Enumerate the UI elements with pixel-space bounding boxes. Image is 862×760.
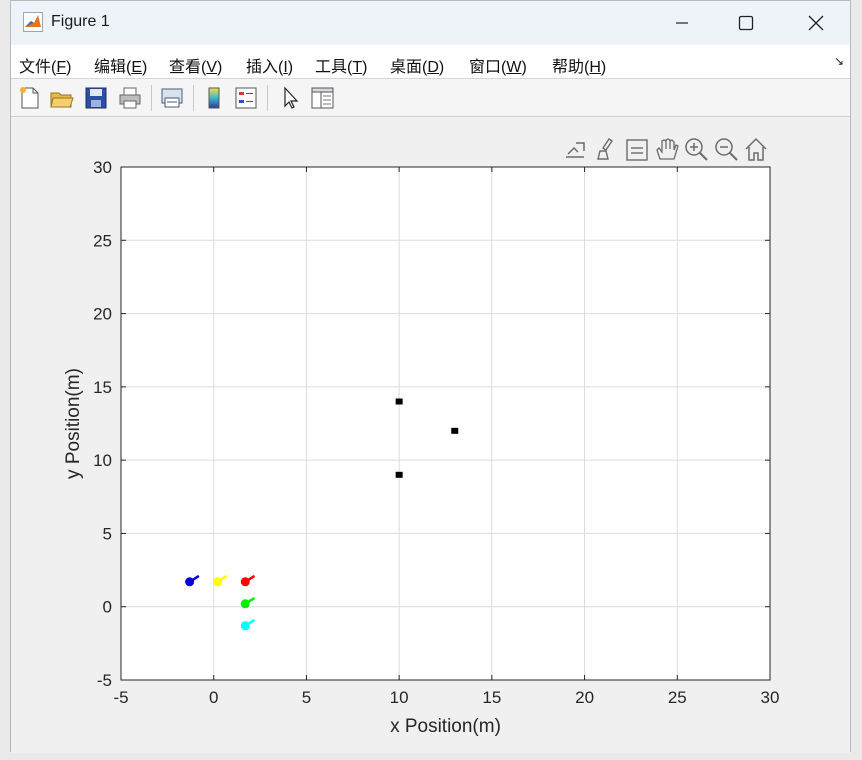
close-icon bbox=[808, 15, 824, 31]
open-file-icon[interactable] bbox=[49, 85, 75, 111]
menu-edit[interactable]: 编辑(E) bbox=[94, 53, 147, 77]
x-tick-label: 20 bbox=[575, 688, 594, 707]
menu-desktop[interactable]: 桌面(D) bbox=[390, 53, 444, 77]
x-tick-label: 25 bbox=[668, 688, 687, 707]
plot-background bbox=[121, 167, 770, 680]
figure-window: Figure 1 文件(F) 编辑(E) 查看(V) 插入(I) 工具(T) 桌… bbox=[10, 0, 851, 753]
title-bar[interactable]: Figure 1 bbox=[11, 1, 850, 45]
menu-tools[interactable]: 工具(T) bbox=[315, 53, 367, 77]
x-tick-label: 30 bbox=[761, 688, 780, 707]
agent-marker bbox=[240, 577, 250, 587]
y-tick-label: 15 bbox=[93, 378, 112, 397]
y-tick-label: 10 bbox=[93, 451, 112, 470]
y-axis-label: y Position(m) bbox=[63, 368, 84, 479]
y-tick-label: 5 bbox=[103, 524, 112, 543]
agent-marker bbox=[240, 599, 250, 609]
menu-bar: 文件(F) 编辑(E) 查看(V) 插入(I) 工具(T) 桌面(D) 窗口(W… bbox=[11, 45, 850, 79]
toolbar-separator bbox=[267, 85, 268, 111]
menu-expand-icon[interactable]: ↘ bbox=[834, 54, 844, 68]
y-tick-label: 20 bbox=[93, 305, 112, 324]
close-button[interactable] bbox=[781, 1, 851, 45]
x-tick-label: 5 bbox=[302, 688, 311, 707]
maximize-button[interactable] bbox=[711, 1, 781, 45]
agent-marker bbox=[240, 621, 250, 631]
toolbar-separator bbox=[193, 85, 194, 111]
plot-area: -5 0 5 10 15 20 25 30 -5 0 5 10 15 20 25 30 x Position(m… bbox=[11, 117, 850, 753]
square-marker bbox=[451, 427, 459, 434]
window-title: Figure 1 bbox=[51, 13, 110, 30]
y-tick-label: -5 bbox=[97, 671, 112, 690]
menu-help[interactable]: 帮助(H) bbox=[552, 53, 606, 77]
x-tick-label: -5 bbox=[113, 688, 128, 707]
x-tick-label: 0 bbox=[209, 688, 218, 707]
agent-marker bbox=[212, 577, 222, 587]
colorbar-icon[interactable] bbox=[201, 85, 227, 111]
new-figure-icon[interactable] bbox=[17, 85, 43, 111]
scatter-chart[interactable]: -5 0 5 10 15 20 25 30 -5 0 5 10 15 20 25 30 x Position(m… bbox=[11, 117, 850, 753]
maximize-icon bbox=[738, 15, 754, 31]
print-preview-icon[interactable] bbox=[159, 85, 185, 111]
menu-insert[interactable]: 插入(I) bbox=[246, 53, 293, 77]
figure-toolbar bbox=[11, 79, 850, 117]
square-marker bbox=[395, 471, 403, 478]
minimize-button[interactable] bbox=[647, 1, 717, 45]
menu-file[interactable]: 文件(F) bbox=[19, 53, 71, 77]
y-tick-label: 0 bbox=[103, 598, 112, 617]
toolbar-separator bbox=[151, 85, 152, 111]
agent-marker bbox=[185, 577, 195, 587]
pointer-icon[interactable] bbox=[277, 85, 303, 111]
x-tick-label: 10 bbox=[390, 688, 409, 707]
menu-view[interactable]: 查看(V) bbox=[169, 53, 222, 77]
print-icon[interactable] bbox=[117, 85, 143, 111]
x-tick-label: 15 bbox=[482, 688, 501, 707]
save-icon[interactable] bbox=[83, 85, 109, 111]
matlab-logo-icon bbox=[23, 12, 43, 32]
square-marker bbox=[395, 398, 403, 405]
legend-icon[interactable] bbox=[233, 85, 259, 111]
y-tick-label: 30 bbox=[93, 158, 112, 177]
menu-window[interactable]: 窗口(W) bbox=[469, 53, 527, 77]
y-tick-label: 25 bbox=[93, 231, 112, 250]
property-inspector-icon[interactable] bbox=[309, 85, 335, 111]
x-axis-label: x Position(m) bbox=[390, 716, 501, 737]
minimize-icon bbox=[676, 22, 688, 24]
